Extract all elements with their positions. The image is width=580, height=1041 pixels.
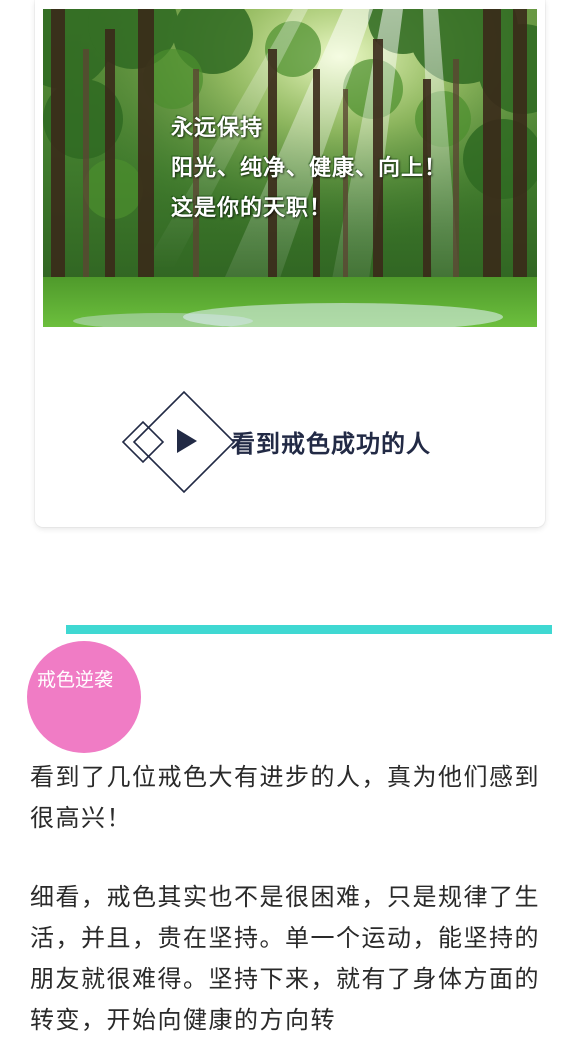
article-paragraph-1: 看到了几位戒色大有进步的人，真为他们感到很高兴！: [30, 763, 540, 832]
hero-line-2: 阳光、纯净、健康、向上！: [171, 156, 448, 181]
forest-banner-image: 永远保持 阳光、纯净、健康、向上！ 这是你的天职！: [43, 9, 537, 327]
hero-line-3: 这是你的天职！: [171, 196, 333, 221]
diamond-frame-icon: [121, 390, 236, 494]
category-badge-label: 戒色逆袭: [37, 669, 114, 691]
play-triangle-icon: [177, 429, 197, 453]
section-title: 看到戒色成功的人: [231, 430, 431, 458]
article-card: 永远保持 阳光、纯净、健康、向上！ 这是你的天职！ 看到戒色成功的人: [35, 0, 545, 527]
section-header: 看到戒色成功的人: [105, 388, 525, 498]
article-paragraph-2: 细看，戒色其实也不是很困难，只是规律了生活，并且，贵在坚持。单一个运动，能坚持的…: [30, 883, 540, 1034]
hero-line-1: 永远保持: [171, 116, 264, 141]
section-divider: [66, 625, 552, 634]
category-badge: 戒色逆袭: [27, 641, 141, 753]
hero-slogan: 永远保持 阳光、纯净、健康、向上！ 这是你的天职！: [171, 109, 447, 229]
